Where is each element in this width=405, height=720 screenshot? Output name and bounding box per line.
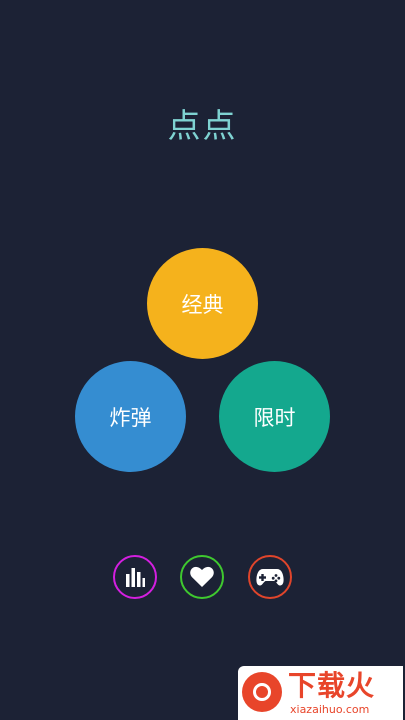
game-title: 点点 (167, 106, 238, 145)
bomb-mode-label: 炸弹 (109, 405, 152, 430)
flame-logo-icon (242, 672, 282, 712)
gamepad-icon (256, 569, 284, 586)
site-watermark: 下载火 xiazaihuo.com (238, 666, 403, 720)
timed-mode-button[interactable]: 限时 (219, 361, 330, 472)
watermark-name: 下载火 (288, 669, 376, 702)
classic-mode-label: 经典 (181, 292, 224, 317)
leaderboard-button[interactable] (113, 555, 157, 599)
classic-mode-button[interactable]: 经典 (147, 248, 258, 359)
timed-mode-label: 限时 (253, 405, 296, 430)
bar-chart-icon (126, 568, 145, 587)
favorite-button[interactable] (180, 555, 224, 599)
more-games-button[interactable] (248, 555, 292, 599)
heart-icon (190, 566, 214, 587)
watermark-url: xiazaihuo.com (290, 703, 370, 716)
bomb-mode-button[interactable]: 炸弹 (75, 361, 186, 472)
